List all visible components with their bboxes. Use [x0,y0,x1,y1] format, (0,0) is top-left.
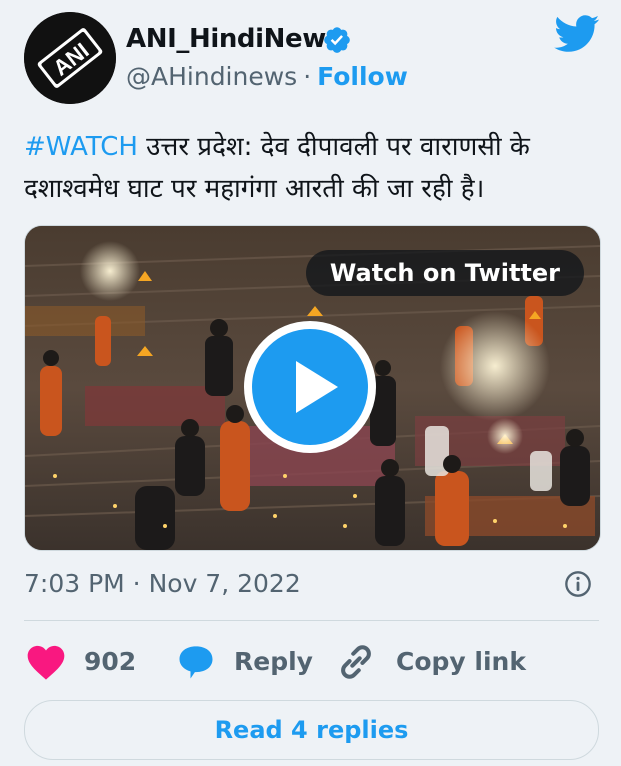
handle-row: @AHindinews · Follow [126,62,408,92]
link-icon [341,645,371,679]
author-handle[interactable]: @AHindinews [126,62,297,91]
read-replies-button[interactable]: Read 4 replies [24,700,599,760]
hashtag-link[interactable]: #WATCH [24,132,138,162]
reply-label: Reply [234,647,313,676]
copy-link-button[interactable]: Copy link [334,637,526,687]
watch-on-twitter-button[interactable]: Watch on Twitter [305,250,584,296]
play-icon [296,361,338,413]
ani-logo: ANI [24,12,116,104]
reply-button[interactable]: Reply [174,637,313,687]
heart-icon [27,645,65,680]
like-count: 902 [84,647,137,676]
author-name[interactable]: ANI_HindiNews [126,22,341,56]
follow-button[interactable]: Follow [317,62,408,91]
divider [24,620,599,621]
video-thumbnail[interactable]: Watch on Twitter [24,225,601,551]
copy-link-label: Copy link [396,647,526,676]
verified-badge-icon [324,27,350,53]
tweet-text: #WATCH उत्तर प्रदेश: देव दीपावली पर वारा… [24,126,599,210]
play-button-inner [252,329,368,445]
play-button[interactable] [244,321,376,453]
avatar[interactable]: ANI [24,12,116,104]
handle-separator: · [303,62,312,91]
reply-bubble-icon [179,646,213,679]
tweet-timestamp[interactable]: 7:03 PM · Nov 7, 2022 [24,566,301,602]
like-button[interactable]: 902 [24,637,137,687]
info-icon[interactable] [564,570,592,598]
action-bar: 902 Reply Copy link [24,637,599,687]
twitter-bird-icon[interactable] [554,15,600,53]
